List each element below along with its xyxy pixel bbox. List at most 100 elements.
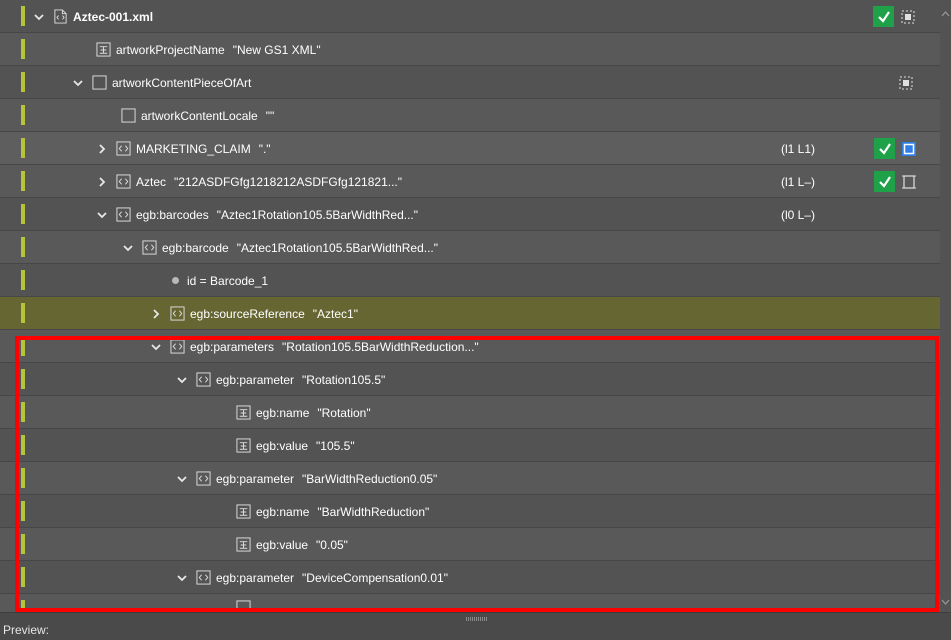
node-value: "New GS1 XML" [232, 42, 321, 57]
chevron-down-icon[interactable] [70, 75, 86, 91]
row-marker [21, 468, 25, 488]
xml-file-icon [53, 9, 68, 24]
node-label: egb:value [256, 438, 309, 453]
frame-select-icon[interactable] [896, 73, 916, 93]
tree-row[interactable]: egb:parameters "Rotation105.5BarWidthRed… [0, 330, 951, 363]
row-marker [21, 600, 25, 612]
tree-row[interactable]: MARKETING_CLAIM "." (l1 L1) [0, 132, 951, 165]
attribute-dot-icon [172, 277, 179, 284]
tree-row[interactable]: egb:barcodes "Aztec1Rotation105.5BarWidt… [0, 198, 951, 231]
valid-check-icon[interactable] [873, 6, 894, 27]
node-label: egb:name [256, 405, 310, 420]
empty-element-icon [92, 75, 107, 90]
node-label: egb:value [256, 537, 309, 552]
chevron-down-icon[interactable] [31, 9, 47, 25]
node-label: Aztec [136, 174, 167, 189]
chevron-down-icon[interactable] [120, 240, 136, 256]
element-icon [170, 306, 185, 321]
tree-row-root[interactable]: Aztec-001.xml [0, 0, 951, 33]
row-marker [21, 270, 25, 290]
text-node-icon [236, 405, 251, 420]
element-icon [116, 174, 131, 189]
node-label: egb:parameter [216, 570, 295, 585]
line-info: (l1 L–) [781, 174, 816, 189]
chevron-down-icon[interactable] [148, 339, 164, 355]
scroll-down-icon[interactable] [941, 596, 950, 606]
tree-row[interactable]: egb:value "105.5" [0, 429, 951, 462]
line-info: (l0 L–) [781, 207, 816, 222]
frame-selected-icon[interactable] [899, 139, 919, 159]
row-marker [21, 39, 25, 59]
preview-label: Preview: [3, 623, 50, 637]
node-label: egb:barcodes [136, 207, 209, 222]
valid-check-icon[interactable] [874, 171, 895, 192]
vertical-scrollbar[interactable] [940, 0, 951, 612]
row-marker [21, 501, 25, 521]
node-value: "." [258, 141, 271, 156]
attribute-label: id = Barcode_1 [187, 273, 269, 288]
chevron-down-icon[interactable] [94, 207, 110, 223]
chevron-down-icon[interactable] [174, 372, 190, 388]
node-label: egb:barcode [162, 240, 229, 255]
tree-row[interactable]: egb:parameter "BarWidthReduction0.05" [0, 462, 951, 495]
node-label: Aztec-001.xml [73, 9, 154, 24]
tree-row-selected[interactable]: egb:sourceReference "Aztec1" [0, 297, 951, 330]
resize-grip-icon[interactable] [466, 617, 488, 621]
text-node-icon [236, 504, 251, 519]
node-value: "Aztec1Rotation105.5BarWidthRed..." [216, 207, 419, 222]
row-marker [21, 6, 25, 26]
chevron-right-icon[interactable] [148, 306, 164, 322]
node-label: egb:sourceReference [190, 306, 305, 321]
node-label: egb:name [256, 504, 310, 519]
row-marker [21, 567, 25, 587]
row-marker [21, 303, 25, 323]
chevron-right-icon[interactable] [94, 174, 110, 190]
node-value: "105.5" [316, 438, 355, 453]
node-value: "DeviceCompensation0.01" [302, 570, 448, 585]
preview-panel-header: Preview: [0, 612, 951, 640]
frame-icon[interactable] [899, 172, 919, 192]
frame-select-icon[interactable] [898, 7, 918, 27]
node-value: "Rotation" [317, 405, 371, 420]
tree-row[interactable]: artworkContentLocale "" [0, 99, 951, 132]
tree-row[interactable]: egb:name "Rotation" [0, 396, 951, 429]
chevron-right-icon[interactable] [94, 141, 110, 157]
node-value: "BarWidthReduction" [317, 504, 430, 519]
row-marker [21, 72, 25, 92]
node-value: "0.05" [316, 537, 348, 552]
valid-check-icon[interactable] [874, 138, 895, 159]
chevron-down-icon[interactable] [174, 570, 190, 586]
text-node-icon [236, 438, 251, 453]
tree-row-partial[interactable] [0, 594, 951, 612]
element-icon [196, 570, 211, 585]
node-value: "Rotation105.5" [302, 372, 386, 387]
node-value: "Rotation105.5BarWidthReduction..." [282, 339, 479, 354]
row-marker [21, 534, 25, 554]
row-marker [21, 435, 25, 455]
node-value: "BarWidthReduction0.05" [302, 471, 438, 486]
element-icon [116, 207, 131, 222]
row-marker [21, 138, 25, 158]
chevron-down-icon[interactable] [174, 471, 190, 487]
tree-row[interactable]: egb:barcode "Aztec1Rotation105.5BarWidth… [0, 231, 951, 264]
node-label: egb:parameter [216, 471, 295, 486]
tree-row[interactable]: egb:value "0.05" [0, 528, 951, 561]
tree-row[interactable]: Aztec "212ASDFGfg1218212ASDFGfg121821...… [0, 165, 951, 198]
empty-element-icon [121, 108, 136, 123]
row-marker [21, 369, 25, 389]
element-icon [116, 141, 131, 156]
tree-row[interactable]: egb:parameter "Rotation105.5" [0, 363, 951, 396]
node-label: egb:parameters [190, 339, 275, 354]
tree-row[interactable]: artworkProjectName "New GS1 XML" [0, 33, 951, 66]
element-icon [196, 471, 211, 486]
tree-row[interactable]: egb:name "BarWidthReduction" [0, 495, 951, 528]
tree-row[interactable]: egb:parameter "DeviceCompensation0.01" [0, 561, 951, 594]
xml-tree-view: Aztec-001.xml artworkProjectName "New GS… [0, 0, 951, 612]
text-node-icon [236, 600, 251, 612]
node-label: artworkContentPieceOfArt [112, 75, 252, 90]
node-value: "Aztec1Rotation105.5BarWidthRed..." [236, 240, 439, 255]
tree-row[interactable]: id = Barcode_1 [0, 264, 951, 297]
element-icon [170, 339, 185, 354]
scroll-up-icon[interactable] [941, 8, 950, 18]
tree-row[interactable]: artworkContentPieceOfArt [0, 66, 951, 99]
